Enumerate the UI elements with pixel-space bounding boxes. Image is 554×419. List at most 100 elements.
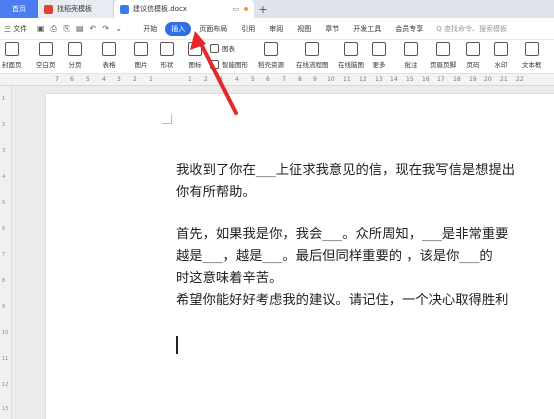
chart-button[interactable]: 图表 xyxy=(210,43,235,53)
ruler-number: 1 xyxy=(149,76,153,83)
title-tab-bar: 首页 找稻壳模板 建议信模板.docx ▭ + xyxy=(0,0,554,18)
ruler-number: 3 xyxy=(117,76,121,83)
ruler-number: 7 xyxy=(55,76,59,83)
ruler-number: 21 xyxy=(500,76,508,83)
ruler-number: 16 xyxy=(422,76,430,83)
redo-icon[interactable]: ↷ xyxy=(100,23,111,34)
ruler-number: 6 xyxy=(70,76,74,83)
icon-library-icon xyxy=(188,42,202,56)
save-icon[interactable]: ▣ xyxy=(35,23,46,34)
smart-art-icon xyxy=(210,59,219,69)
docer-resources-icon xyxy=(264,42,278,56)
print-icon[interactable]: ⎘ xyxy=(61,23,72,34)
menu-tab-insert[interactable]: 插入 xyxy=(165,21,192,36)
menu-tab-member[interactable]: 会员专享 xyxy=(389,22,429,36)
vertical-ruler[interactable]: 1 2 3 4 5 6 7 8 9 10 11 12 13 xyxy=(0,86,12,419)
ruler-number: 2 xyxy=(2,122,6,128)
ruler-number: 3 xyxy=(2,148,6,154)
docer-resources-button[interactable]: 稻壳资源 xyxy=(258,42,284,69)
menu-tab-start[interactable]: 开始 xyxy=(137,22,163,36)
tab-template-search[interactable]: 找稻壳模板 xyxy=(38,0,114,18)
export-icon[interactable]: ⎙ xyxy=(48,23,59,34)
ruler-number: 2 xyxy=(133,76,137,83)
blank-page-button[interactable]: 空白页 xyxy=(36,42,56,69)
ruler-number: 9 xyxy=(2,304,6,310)
textbox-button[interactable]: 文本框 xyxy=(522,42,542,69)
menu-tab-layout[interactable]: 页面布局 xyxy=(193,22,233,36)
header-footer-icon xyxy=(436,42,450,56)
watermark-icon xyxy=(494,42,508,56)
unsaved-dot-icon xyxy=(244,7,248,11)
shape-button[interactable]: 形状 xyxy=(160,42,174,69)
page-number-button[interactable]: 页码 xyxy=(466,42,480,69)
blank-page-icon xyxy=(38,42,53,56)
menu-tab-review[interactable]: 审阅 xyxy=(263,22,289,36)
smart-art-button[interactable]: 智能图形 xyxy=(210,59,248,69)
picture-icon xyxy=(134,42,148,56)
text-cursor xyxy=(176,336,178,354)
ruler-number: 22 xyxy=(516,76,524,83)
ruler-number: 9 xyxy=(313,76,317,83)
ruler-number: 10 xyxy=(327,76,335,83)
watermark-button[interactable]: 水印 xyxy=(494,42,508,69)
ruler-number: 19 xyxy=(469,76,477,83)
ruler-number: 6 xyxy=(266,76,270,83)
page-break-button[interactable]: 分页 xyxy=(68,42,82,69)
file-menu[interactable]: 三 文件 xyxy=(0,24,31,34)
tab-document-label: 建议信模板.docx xyxy=(133,5,187,13)
ruler-number: 4 xyxy=(235,76,239,83)
document-body[interactable]: 我收到了你在___上征求我意见的信，现在我写信是想提出 你有所帮助。 首先，如果… xyxy=(176,160,554,312)
ruler-number: 11 xyxy=(2,356,9,362)
page-break-icon xyxy=(68,42,82,56)
shape-icon xyxy=(160,42,174,56)
comment-icon xyxy=(404,42,418,56)
menu-tab-developer[interactable]: 开发工具 xyxy=(347,22,387,36)
ruler-number: 6 xyxy=(2,226,6,232)
flowchart-button[interactable]: 在线流程图 xyxy=(296,42,329,69)
comment-button[interactable]: 批注 xyxy=(404,42,418,69)
monitor-icon[interactable]: ▭ xyxy=(232,5,239,13)
margin-corner-mark xyxy=(162,114,172,124)
menu-bar: 三 文件 ▣ ⎙ ⎘ ▤ ↶ ↷ ⌄ 开始 插入 页面布局 引用 审阅 视图 章… xyxy=(0,18,554,40)
menu-tab-view[interactable]: 视图 xyxy=(291,22,317,36)
menu-tab-section[interactable]: 章节 xyxy=(319,22,345,36)
cover-page-button[interactable]: 封面页 xyxy=(2,42,22,69)
tab-home[interactable]: 首页 xyxy=(0,0,38,18)
ruler-number: 12 xyxy=(359,76,367,83)
ruler-number: 2 xyxy=(204,76,208,83)
more-button[interactable]: 更多 xyxy=(372,42,386,69)
insert-ribbon: 封面页 空白页 分页 表格 图片 形状 图标 图表 智能图形 稻壳资源 在线流程… xyxy=(0,40,554,74)
mindmap-icon xyxy=(344,42,358,56)
command-search-input[interactable]: Q 查找命令、搜索模板 xyxy=(436,24,507,34)
docer-logo-icon xyxy=(44,4,53,14)
chart-icon xyxy=(210,43,219,53)
mindmap-button[interactable]: 在线脑图 xyxy=(338,42,364,69)
tab-document[interactable]: 建议信模板.docx ▭ xyxy=(114,0,254,18)
paragraph-line: 越是___，越是___。最后但同样重要的 ，该是你___的 xyxy=(176,249,493,264)
icon-button[interactable]: 图标 xyxy=(188,42,202,69)
more-icon xyxy=(372,42,386,56)
chevron-down-icon[interactable]: ⌄ xyxy=(113,23,124,34)
preview-icon[interactable]: ▤ xyxy=(74,23,85,34)
menu-tab-references[interactable]: 引用 xyxy=(235,22,261,36)
new-tab-button[interactable]: + xyxy=(254,0,272,18)
ruler-number: 8 xyxy=(2,278,6,284)
cover-page-icon xyxy=(4,42,19,56)
ruler-number: 10 xyxy=(2,330,9,336)
ruler-number: 18 xyxy=(453,76,461,83)
ruler-number: 15 xyxy=(406,76,414,83)
picture-button[interactable]: 图片 xyxy=(134,42,148,69)
paragraph-line: 希望你能好好考虑我的建议。请记住，一个决心取得胜利 xyxy=(176,293,509,308)
ruler-number: 3 xyxy=(219,76,223,83)
paragraph-line: 首先，如果我是你，我会___。众所周知，___是非常重要 xyxy=(176,227,509,242)
ruler-number: 1 xyxy=(188,76,192,83)
ruler-number: 13 xyxy=(375,76,383,83)
ruler-number: 20 xyxy=(484,76,492,83)
paragraph-line: 你有所帮助。 xyxy=(176,185,256,200)
ruler-number: 13 xyxy=(2,406,9,412)
table-button[interactable]: 表格 xyxy=(102,42,116,69)
header-footer-button[interactable]: 页眉页脚 xyxy=(430,42,456,69)
undo-icon[interactable]: ↶ xyxy=(87,23,98,34)
ruler-number: 11 xyxy=(343,76,351,83)
horizontal-ruler[interactable]: 7 6 5 4 3 2 1 1 2 3 4 5 6 7 8 9 10 11 12… xyxy=(0,74,554,86)
